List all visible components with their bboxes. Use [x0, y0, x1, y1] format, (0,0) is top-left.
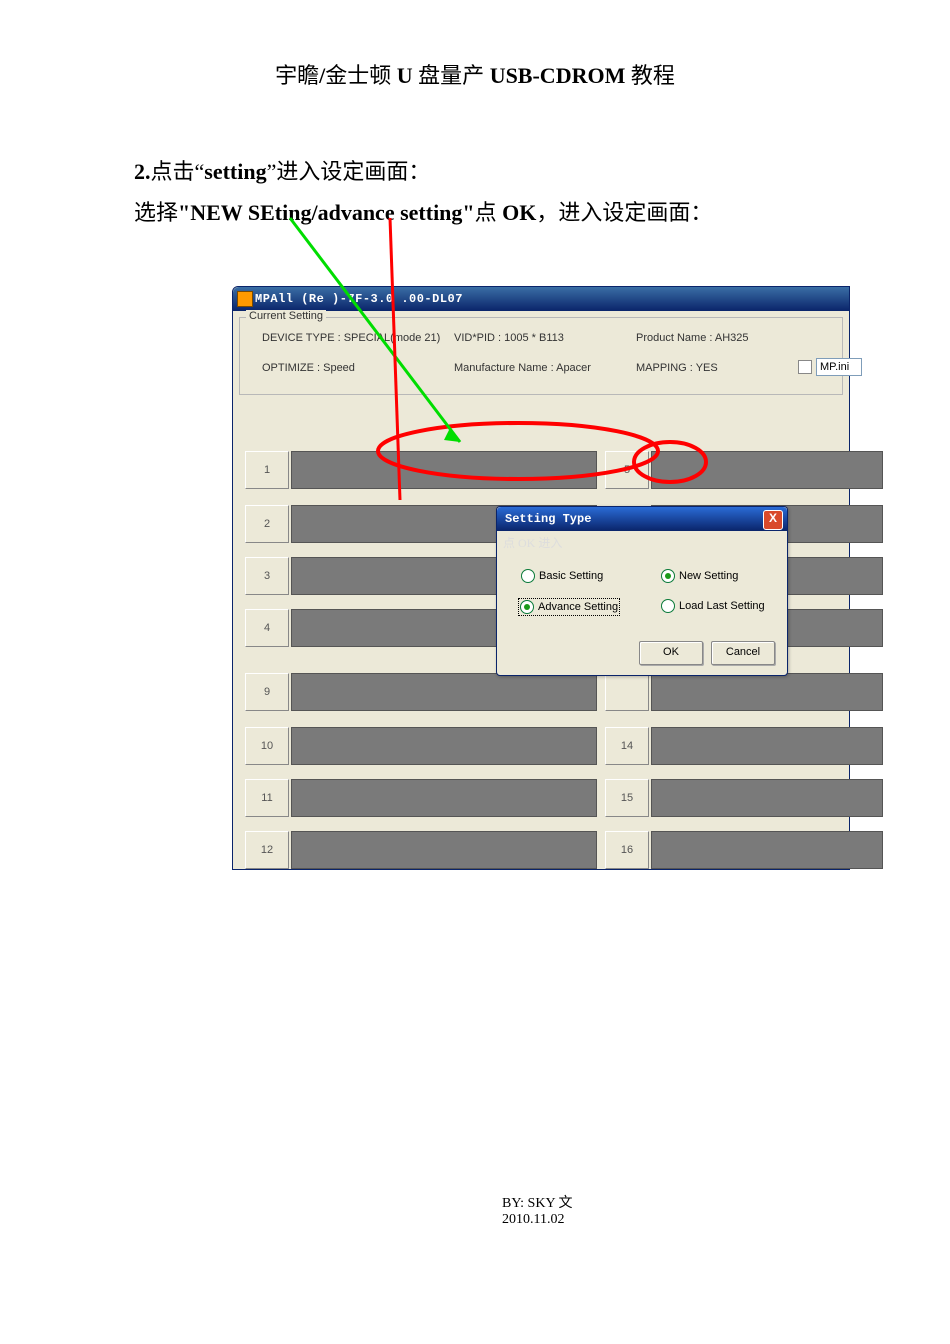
- slot-button-12[interactable]: 12: [245, 831, 289, 869]
- slot-button-10[interactable]: 10: [245, 727, 289, 765]
- byline: BY: SKY 文: [502, 1192, 573, 1212]
- radio-label: Advance Setting: [538, 601, 618, 613]
- device-type-field: DEVICE TYPE : SPECIAL(mode 21): [262, 332, 440, 344]
- ini-field[interactable]: [816, 358, 862, 376]
- step-text: ”进入设定画面：: [267, 159, 431, 184]
- doc-title: 宇瞻/金士顿 U 盘量产 USB-CDROM 教程: [0, 58, 950, 90]
- load-last-setting-radio[interactable]: Load Last Setting: [661, 599, 765, 613]
- radio-icon: [661, 599, 675, 613]
- slot-bar: [291, 779, 597, 817]
- manufacture-field: Manufacture Name : Apacer: [454, 362, 591, 374]
- product-name-field: Product Name : AH325: [636, 332, 749, 344]
- slot-button-5[interactable]: 5: [605, 451, 649, 489]
- cancel-button[interactable]: Cancel: [711, 641, 775, 665]
- app-icon: [237, 291, 253, 307]
- vid-pid-field: VID*PID : 1005 * B113: [454, 332, 564, 344]
- dialog-hint: 点 OK 进入: [503, 534, 562, 551]
- window-titlebar[interactable]: MPAll (Re )-7F-3.0 .00-DL07: [233, 287, 849, 311]
- dialog-title: Setting Type: [505, 512, 591, 526]
- doc-date: 2010.11.02: [502, 1212, 564, 1228]
- step-text: 点: [475, 200, 503, 225]
- slot-bar: [291, 831, 597, 869]
- radio-label: Load Last Setting: [679, 600, 765, 612]
- step-subtext: 选择"NEW SEting/advance setting"点 OK，进入设定画…: [134, 195, 712, 227]
- ok-button[interactable]: OK: [639, 641, 703, 665]
- slot-bar: [651, 451, 883, 489]
- slot-bar: [291, 727, 597, 765]
- basic-setting-radio[interactable]: Basic Setting: [521, 569, 603, 583]
- current-setting-group: Current Setting DEVICE TYPE : SPECIAL(mo…: [239, 317, 843, 395]
- slot-bar: [651, 673, 883, 711]
- title-part: USB-CDROM: [490, 63, 626, 88]
- radio-label: New Setting: [679, 570, 738, 582]
- step-heading: 2.点击“setting”进入设定画面：: [134, 154, 430, 186]
- slot-button-11[interactable]: 11: [245, 779, 289, 817]
- advance-setting-radio[interactable]: Advance Setting: [519, 599, 619, 615]
- slot-button-15[interactable]: 15: [605, 779, 649, 817]
- radio-label: Basic Setting: [539, 570, 603, 582]
- slot-bar: [651, 779, 883, 817]
- slot-button-1[interactable]: 1: [245, 451, 289, 489]
- slot-bar: [291, 451, 597, 489]
- step-keyword: setting: [204, 159, 266, 184]
- title-part: 盘量产: [413, 63, 490, 88]
- title-part: 教程: [625, 63, 675, 88]
- step-number: 2.: [134, 159, 151, 184]
- step-keyword: OK: [502, 200, 536, 225]
- optimize-field: OPTIMIZE : Speed: [262, 362, 355, 374]
- close-icon: X: [769, 511, 777, 525]
- step-text: 选择: [134, 200, 178, 225]
- step-text: 点击“: [151, 159, 205, 184]
- title-part: 金士顿: [325, 63, 397, 88]
- ini-checkbox[interactable]: [798, 360, 812, 374]
- radio-icon: [661, 569, 675, 583]
- slot-bar: [291, 673, 597, 711]
- slot-bar: [651, 727, 883, 765]
- new-setting-radio[interactable]: New Setting: [661, 569, 738, 583]
- close-button[interactable]: X: [763, 510, 783, 530]
- slot-button-4[interactable]: 4: [245, 609, 289, 647]
- dialog-titlebar[interactable]: Setting Type X: [497, 507, 787, 531]
- slot-button-13[interactable]: [605, 673, 649, 711]
- slot-button-14[interactable]: 14: [605, 727, 649, 765]
- step-text: ，进入设定画面：: [536, 200, 712, 225]
- setting-type-dialog: Setting Type X 点 OK 进入 Basic Setting Adv…: [496, 506, 788, 676]
- window-title: MPAll (Re )-7F-3.0 .00-DL07: [255, 292, 463, 306]
- slot-button-16[interactable]: 16: [605, 831, 649, 869]
- slot-button-2[interactable]: 2: [245, 505, 289, 543]
- title-part: U: [397, 63, 413, 88]
- title-part: 宇瞻: [275, 63, 319, 88]
- slot-bar: [651, 831, 883, 869]
- radio-icon: [520, 600, 534, 614]
- slot-button-9[interactable]: 9: [245, 673, 289, 711]
- slot-button-3[interactable]: 3: [245, 557, 289, 595]
- radio-icon: [521, 569, 535, 583]
- mapping-field: MAPPING : YES: [636, 362, 718, 374]
- group-legend: Current Setting: [246, 310, 326, 322]
- step-keyword: "NEW SEting/advance setting": [178, 200, 475, 225]
